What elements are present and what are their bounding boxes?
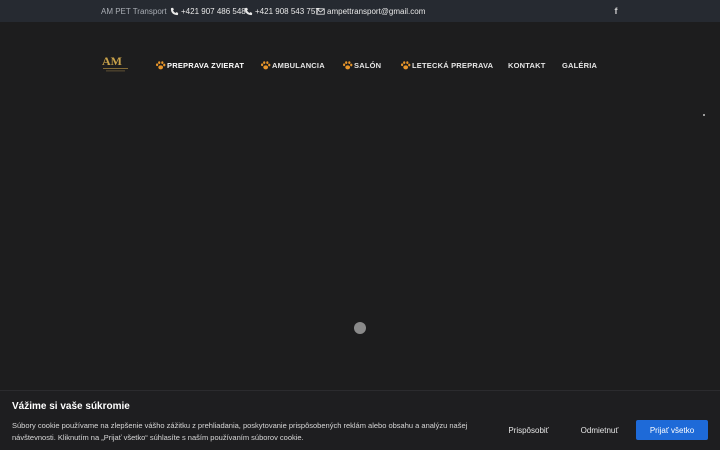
slider-indicator xyxy=(703,114,705,116)
site-header: AM PREPRAVA ZVIERAT AMBULANCIA SALÓN LET… xyxy=(0,22,720,102)
phone-link-2[interactable]: +421 908 543 757 xyxy=(244,7,320,16)
nav-label: SALÓN xyxy=(354,60,382,70)
paw-icon xyxy=(343,60,353,69)
phone-link-1[interactable]: +421 907 486 548 xyxy=(170,7,246,16)
phone-number-2: +421 908 543 757 xyxy=(255,6,320,16)
nav-item-ambulancia[interactable]: AMBULANCIA xyxy=(260,58,325,72)
nav-label: PREPRAVA ZVIERAT xyxy=(167,60,245,70)
nav-label: GALÉRIA xyxy=(562,60,598,70)
cookie-title: Vážime si vaše súkromie xyxy=(12,401,130,412)
nav-item-kontakt[interactable]: KONTAKT xyxy=(508,58,546,72)
facebook-icon[interactable]: f xyxy=(612,5,620,17)
brand-name: AM PET Transport xyxy=(101,6,167,16)
accept-all-button[interactable]: Prijať všetko xyxy=(636,420,708,440)
cookie-text: Súbory cookie používame na zlepšenie váš… xyxy=(12,421,468,442)
top-bar: AM PET Transport +421 907 486 548 +421 9… xyxy=(0,0,720,22)
nav-label: LETECKÁ PREPRAVA xyxy=(412,60,494,70)
paw-icon xyxy=(156,60,166,69)
paw-icon xyxy=(401,60,411,69)
phone-icon xyxy=(244,7,253,15)
nav-label: KONTAKT xyxy=(508,60,546,70)
main-nav: PREPRAVA ZVIERAT AMBULANCIA SALÓN LETECK… xyxy=(0,58,720,72)
loading-spinner xyxy=(354,322,366,334)
nav-label: AMBULANCIA xyxy=(272,60,325,70)
hero-area xyxy=(0,102,720,390)
email-link[interactable]: ampettransport@gmail.com xyxy=(316,7,425,16)
envelope-icon xyxy=(316,7,325,15)
customize-button[interactable]: Prispôsobiť xyxy=(492,420,565,440)
nav-item-preprava-zvierat[interactable]: PREPRAVA ZVIERAT xyxy=(155,58,244,72)
nav-item-letecka-preprava[interactable]: LETECKÁ PREPRAVA xyxy=(400,58,493,72)
reject-button[interactable]: Odmietnuť xyxy=(563,420,636,440)
nav-item-salon[interactable]: SALÓN xyxy=(342,58,381,72)
phone-icon xyxy=(170,7,179,15)
nav-item-galeria[interactable]: GALÉRIA xyxy=(562,58,597,72)
email-address: ampettransport@gmail.com xyxy=(327,6,426,16)
phone-number-1: +421 907 486 548 xyxy=(181,6,246,16)
cookie-consent-banner: Vážime si vaše súkromie Súbory cookie po… xyxy=(0,390,720,450)
paw-icon xyxy=(261,60,271,69)
